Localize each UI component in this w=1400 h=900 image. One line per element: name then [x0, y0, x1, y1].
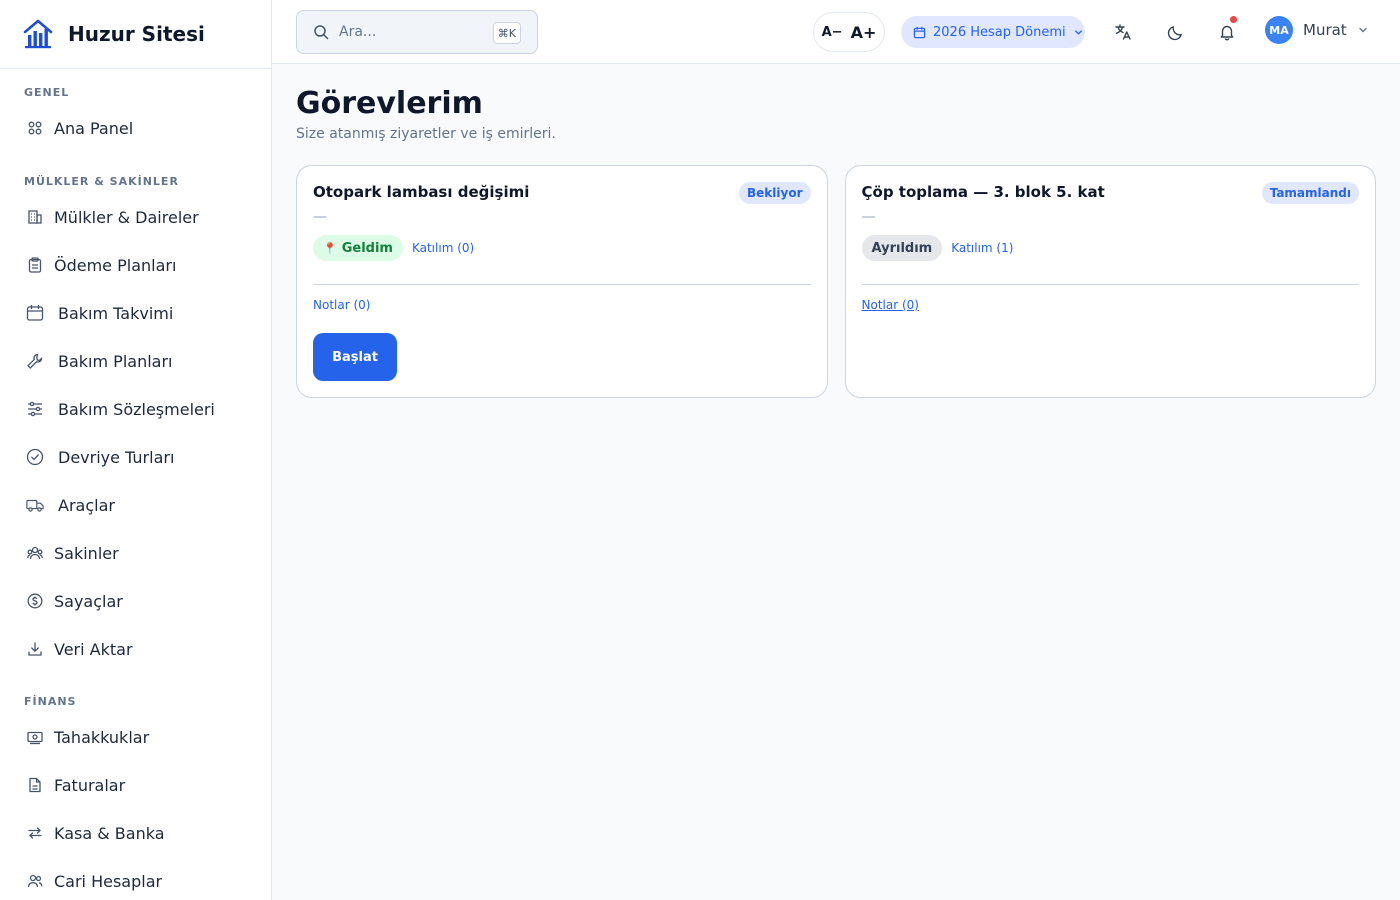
- attendance-label: Geldim: [341, 240, 393, 256]
- sidebar-item-sakinler[interactable]: Sakinler: [0, 529, 271, 577]
- sidebar-item-bakim-sozlesmeleri[interactable]: Bakım Sözleşmeleri: [0, 385, 271, 433]
- download-icon: [26, 640, 44, 658]
- sidebar-item-label: Tahakkuklar: [54, 727, 150, 747]
- fiscal-period-selector[interactable]: 2026 Hesap Dönemi: [901, 16, 1085, 48]
- main-content: Görevlerim Size atanmış ziyaretler ve iş…: [296, 84, 1376, 398]
- divider: [313, 284, 811, 285]
- sidebar-item-veri-aktar[interactable]: Veri Aktar: [0, 625, 271, 673]
- notification-dot: [1230, 16, 1237, 23]
- attendance-badge[interactable]: 📍 Geldim: [313, 235, 403, 261]
- font-size-control: A− A+: [813, 12, 885, 52]
- dollar-circle-icon: [26, 592, 44, 610]
- sidebar-item-label: Ana Panel: [54, 118, 134, 138]
- building-chart-logo-icon: [23, 19, 53, 49]
- sidebar-item-label: Mülkler & Daireler: [54, 207, 199, 227]
- avatar: MA: [1265, 16, 1293, 44]
- sidebar-item-cari-hesaplar[interactable]: Cari Hesaplar: [0, 857, 271, 900]
- sliders-icon: [26, 400, 44, 418]
- sidebar-item-ana-panel[interactable]: Ana Panel: [0, 104, 271, 152]
- wrench-icon: [26, 352, 44, 370]
- sidebar: Huzur Sitesi GENEL Ana Panel MÜLKLER & S…: [0, 0, 272, 900]
- chevron-down-icon: [1357, 24, 1369, 36]
- participation-link[interactable]: Katılım (0): [412, 241, 474, 255]
- sidebar-item-bakim-takvimi[interactable]: Bakım Takvimi: [0, 289, 271, 337]
- search-shortcut-badge: ⌘K: [492, 22, 521, 44]
- sidebar-item-bakim-planlari[interactable]: Bakım Planları: [0, 337, 271, 385]
- brand[interactable]: Huzur Sitesi: [0, 0, 271, 69]
- sidebar-item-sayaclar[interactable]: Sayaçlar: [0, 577, 271, 625]
- app-name: Huzur Sitesi: [68, 22, 205, 46]
- divider: [861, 284, 1359, 285]
- task-description: —: [861, 209, 876, 225]
- truck-icon: [26, 496, 44, 514]
- font-increase-button[interactable]: A+: [851, 23, 877, 42]
- pin-icon: 📍: [323, 241, 337, 255]
- translate-icon[interactable]: [1111, 20, 1135, 44]
- users-icon: [26, 544, 44, 562]
- clipboard-icon: [26, 256, 44, 274]
- bell-icon: [1220, 25, 1234, 41]
- start-button[interactable]: Başlat: [313, 333, 397, 381]
- search-icon: [313, 24, 329, 40]
- page-title: Görevlerim: [296, 86, 483, 121]
- search-box[interactable]: ⌘K: [296, 10, 538, 54]
- status-badge: Tamamlandı: [1261, 182, 1359, 204]
- sidebar-item-label: Kasa & Banka: [54, 823, 165, 843]
- status-badge: Bekliyor: [739, 182, 811, 204]
- section-title-mulkler: MÜLKLER & SAKİNLER: [24, 175, 179, 188]
- calendar-icon: [913, 26, 926, 39]
- sidebar-item-label: Devriye Turları: [58, 447, 175, 467]
- sidebar-item-araclar[interactable]: Araçlar: [0, 481, 271, 529]
- participation-link[interactable]: Katılım (1): [951, 241, 1013, 255]
- notes-link[interactable]: Notlar (0): [862, 298, 919, 312]
- topbar: ⌘K A− A+ 2026 Hesap Dönemi MA Murat: [272, 0, 1400, 64]
- sidebar-item-label: Araçlar: [58, 495, 115, 515]
- building-icon: [26, 208, 44, 226]
- task-description: —: [313, 209, 327, 225]
- fiscal-period-label: 2026 Hesap Dönemi: [933, 24, 1066, 40]
- sidebar-item-label: Bakım Takvimi: [58, 303, 174, 323]
- user-name: Murat: [1303, 21, 1347, 39]
- task-card: Çöp toplama — 3. blok 5. kat Tamamlandı …: [844, 165, 1376, 398]
- sidebar-item-label: Bakım Planları: [58, 351, 173, 371]
- task-list: Otopark lambası değişimi Bekliyor — 📍 Ge…: [296, 165, 1376, 398]
- people-icon: [26, 872, 44, 890]
- task-card: Otopark lambası değişimi Bekliyor — 📍 Ge…: [296, 165, 828, 398]
- moon-icon[interactable]: [1163, 20, 1187, 44]
- task-title: Otopark lambası değişimi: [313, 183, 530, 201]
- sidebar-item-label: Faturalar: [54, 775, 126, 795]
- section-title-genel: GENEL: [24, 86, 70, 99]
- sidebar-item-label: Veri Aktar: [54, 639, 133, 659]
- search-input[interactable]: [339, 24, 489, 40]
- sidebar-item-kasa-banka[interactable]: Kasa & Banka: [0, 809, 271, 857]
- document-icon: [26, 776, 44, 794]
- sidebar-item-tahakkuklar[interactable]: Tahakkuklar: [0, 713, 271, 761]
- grid-icon: [26, 119, 44, 137]
- font-decrease-button[interactable]: A−: [822, 25, 843, 40]
- chevron-down-icon: [1073, 27, 1084, 38]
- attendance-badge[interactable]: Ayrıldım: [861, 235, 943, 261]
- page-subtitle: Size atanmış ziyaretler ve iş emirleri.: [296, 126, 556, 142]
- sidebar-item-label: Sayaçlar: [54, 591, 123, 611]
- section-title-finans: FİNANS: [24, 695, 77, 708]
- sidebar-item-label: Cari Hesaplar: [54, 871, 163, 891]
- notes-link[interactable]: Notlar (0): [313, 298, 370, 312]
- user-menu[interactable]: MA Murat: [1265, 16, 1369, 44]
- cash-icon: [26, 728, 44, 746]
- sidebar-item-mulkler-daireler[interactable]: Mülkler & Daireler: [0, 193, 271, 241]
- calendar-icon: [26, 304, 44, 322]
- sidebar-item-label: Ödeme Planları: [54, 255, 177, 275]
- sidebar-item-faturalar[interactable]: Faturalar: [0, 761, 271, 809]
- sidebar-item-label: Sakinler: [54, 543, 119, 563]
- sidebar-item-label: Bakım Sözleşmeleri: [58, 399, 215, 419]
- check-circle-icon: [26, 448, 44, 466]
- notifications-button[interactable]: [1215, 16, 1239, 44]
- sidebar-item-devriye-turlari[interactable]: Devriye Turları: [0, 433, 271, 481]
- transfer-icon: [26, 824, 44, 842]
- sidebar-item-odeme-planlari[interactable]: Ödeme Planları: [0, 241, 271, 289]
